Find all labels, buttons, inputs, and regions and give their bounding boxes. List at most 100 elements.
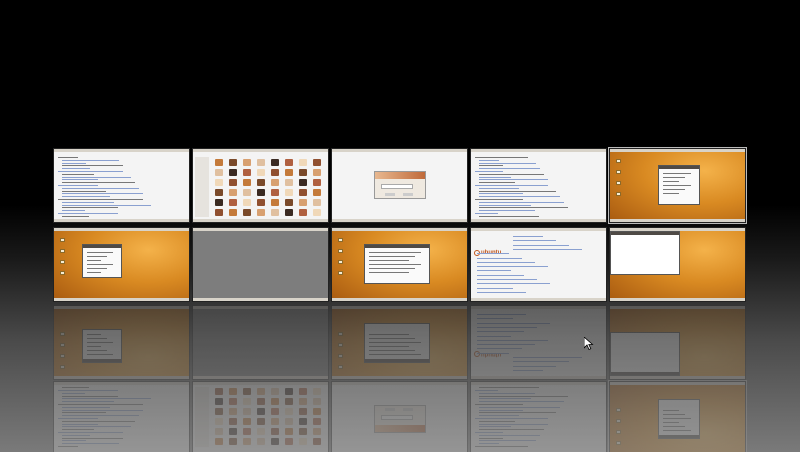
workspace-9[interactable]: ubuntu: [470, 227, 607, 302]
photo-thumbnail: [229, 408, 237, 415]
desktop-folder-icon: [338, 260, 343, 264]
photo-thumbnail: [229, 199, 237, 206]
photo-thumbnail: [271, 189, 279, 196]
workspace-10[interactable]: [609, 227, 746, 302]
bottom-panel: [193, 382, 328, 385]
workspace-4[interactable]: [470, 148, 607, 223]
top-panel: [471, 376, 606, 379]
text-line: [479, 392, 535, 394]
photo-thumbnail: [257, 388, 265, 395]
workspace-8[interactable]: [331, 227, 468, 302]
bottom-panel: [471, 382, 606, 385]
text-line: [479, 434, 540, 436]
photo-thumbnail: [243, 398, 251, 405]
bottom-panel: [610, 298, 745, 301]
text-line: [62, 401, 114, 403]
sidebar: [195, 157, 209, 217]
window-titlebar: [659, 435, 699, 438]
workspace-1[interactable]: [53, 381, 190, 452]
dialog-input: [381, 184, 413, 189]
photo-thumbnail: [215, 169, 223, 176]
photo-thumbnail: [229, 388, 237, 395]
text-line: [477, 339, 548, 341]
white-window: [610, 231, 680, 275]
photo-thumbnail: [215, 438, 223, 445]
photo-thumbnail: [215, 159, 223, 166]
text-line: [62, 412, 106, 414]
workspace-6[interactable]: [53, 305, 190, 380]
bottom-panel: [332, 298, 467, 301]
text-line: [62, 406, 110, 408]
workspace-5[interactable]: [608, 380, 747, 452]
photo-thumbnail: [215, 428, 223, 435]
text-line: [475, 213, 498, 214]
photo-thumbnail: [299, 169, 307, 176]
photo-thumbnail: [299, 418, 307, 425]
workspace-7[interactable]: [192, 227, 329, 302]
workspace-10[interactable]: [609, 305, 746, 380]
window-text-line: [663, 414, 685, 415]
photo-thumbnail: [271, 159, 279, 166]
text-line: [477, 257, 522, 259]
text-line: [513, 248, 582, 250]
window-text-line: [369, 346, 409, 347]
window-text-line: [369, 338, 415, 339]
top-panel: [54, 376, 189, 379]
text-line: [479, 398, 531, 400]
bottom-panel: [332, 382, 467, 385]
text-line: [62, 437, 123, 439]
text-line: [58, 171, 123, 172]
photo-thumbnail: [313, 428, 321, 435]
desktop-folder-icon: [60, 354, 65, 358]
workspace-7[interactable]: [192, 305, 329, 380]
text-line: [58, 432, 123, 433]
text-line: [475, 199, 523, 200]
text-line: [477, 291, 526, 293]
photo-thumbnail: [285, 428, 293, 435]
window-text-line: [87, 260, 101, 261]
text-line: [479, 201, 564, 203]
window-titlebar: [365, 245, 429, 248]
workspace-6[interactable]: [53, 227, 190, 302]
workspace-4[interactable]: [470, 381, 607, 452]
desktop-folder-icon: [338, 354, 343, 358]
text-line: [479, 387, 539, 389]
window-text-line: [87, 252, 113, 253]
photo-thumbnail: [243, 438, 251, 445]
top-panel: [332, 376, 467, 379]
desktop-folder-icon: [60, 343, 65, 347]
photo-thumbnail: [285, 209, 293, 216]
text-line: [479, 159, 499, 161]
text-line: [479, 190, 556, 192]
window-text-line: [369, 268, 415, 269]
photo-thumbnail: [313, 179, 321, 186]
photo-thumbnail: [285, 189, 293, 196]
app-window: [364, 323, 430, 363]
dialog-button: [403, 408, 413, 411]
text-line: [62, 434, 90, 436]
text-line: [479, 409, 523, 411]
workspace-5[interactable]: [608, 147, 747, 224]
window-text-line: [663, 430, 691, 431]
desktop-folder-icon: [616, 170, 621, 174]
workspace-8[interactable]: [331, 305, 468, 380]
photo-thumbnail: [299, 209, 307, 216]
app-window: [658, 399, 700, 439]
text-line: [479, 420, 515, 422]
photo-thumbnail: [313, 438, 321, 445]
window-text-line: [87, 354, 113, 355]
window-text-line: [87, 272, 101, 273]
app-window: [658, 165, 700, 205]
text-line: [58, 185, 98, 186]
photo-thumbnail: [243, 199, 251, 206]
text-line: [477, 344, 535, 346]
window-text-line: [87, 346, 101, 347]
workspace-3[interactable]: [331, 381, 468, 452]
workspace-2[interactable]: [192, 381, 329, 452]
workspace-3[interactable]: [331, 148, 468, 223]
workspace-2[interactable]: [192, 148, 329, 223]
dialog-button: [403, 193, 413, 196]
top-panel: [610, 149, 745, 152]
window-text-line: [369, 354, 421, 355]
workspace-1[interactable]: [53, 148, 190, 223]
